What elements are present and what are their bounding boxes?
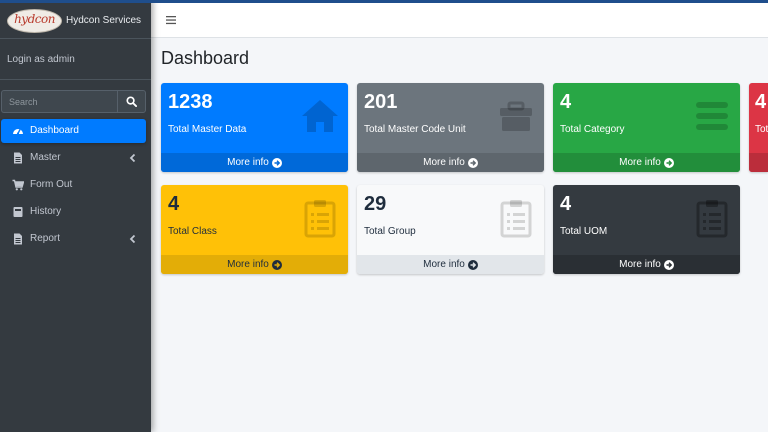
- chevron-left-icon: [129, 153, 136, 163]
- brand-link[interactable]: hydcon Hydcon Services: [0, 3, 151, 39]
- sidebar-item-label: Form Out: [30, 179, 73, 190]
- card-label: Total Master Code Unit: [364, 124, 466, 135]
- sidebar-item-history[interactable]: History: [1, 200, 146, 224]
- page-title: Dashboard: [161, 48, 250, 68]
- arrow-circle-right-icon: [271, 157, 282, 168]
- card-value: 201: [364, 91, 398, 113]
- card-value: 4: [560, 91, 572, 113]
- card-total-group: 29 Total Group More info: [357, 185, 544, 274]
- file-icon: [14, 233, 22, 245]
- brand-logo: hydcon: [7, 9, 62, 33]
- card-total-master-data: 1238 Total Master Data More info: [161, 83, 348, 172]
- card-value: 4: [168, 193, 180, 215]
- book-icon: [13, 207, 23, 217]
- card-label: Total Group: [364, 226, 416, 237]
- more-info-link[interactable]: [749, 153, 768, 172]
- more-info-link[interactable]: More info: [161, 255, 348, 274]
- more-info-link[interactable]: More info: [553, 255, 740, 274]
- top-accent-bar: [0, 0, 768, 3]
- top-navbar: [151, 3, 768, 38]
- clipboard-icon: [500, 200, 532, 238]
- sidebar-search: [1, 90, 146, 113]
- card-total-uom: 4 Total UOM More info: [553, 185, 740, 274]
- sidebar-item-label: Dashboard: [30, 125, 79, 136]
- more-info-label: More info: [423, 259, 465, 270]
- card-value: 4: [755, 91, 767, 113]
- sidebar-item-form-out[interactable]: Form Out: [1, 173, 146, 197]
- sidebar: hydcon Hydcon Services Login as admin Da…: [0, 0, 151, 432]
- clipboard-icon: [304, 200, 336, 238]
- card-total-category: 4 Total Category More info: [553, 83, 740, 172]
- tachometer-icon: [13, 129, 23, 135]
- file-icon: [14, 152, 22, 164]
- card-value: 29: [364, 193, 387, 215]
- card-label: Total Master Data: [168, 124, 247, 135]
- more-info-label: More info: [227, 157, 269, 168]
- card-total-class: 4 Total Class More info: [161, 185, 348, 274]
- hamburger-menu-icon[interactable]: [166, 15, 176, 25]
- clipboard-icon: [696, 200, 728, 238]
- card-label: Tot: [755, 124, 768, 135]
- card-fourth-partial: 4 Tot: [749, 83, 768, 172]
- arrow-circle-right-icon: [467, 259, 478, 270]
- bars-icon: [696, 102, 728, 130]
- card-label: Total UOM: [560, 226, 608, 237]
- home-icon: [302, 100, 338, 132]
- more-info-link[interactable]: More info: [357, 255, 544, 274]
- brand-name: Hydcon Services: [66, 15, 142, 26]
- more-info-link[interactable]: More info: [161, 153, 348, 172]
- arrow-circle-right-icon: [663, 157, 674, 168]
- more-info-link[interactable]: More info: [357, 153, 544, 172]
- user-divider: [0, 79, 151, 80]
- sidebar-item-dashboard[interactable]: Dashboard: [1, 119, 146, 143]
- cart-icon: [12, 179, 24, 191]
- more-info-label: More info: [423, 157, 465, 168]
- sidebar-item-label: History: [30, 206, 62, 217]
- user-panel[interactable]: Login as admin: [7, 54, 75, 65]
- search-icon: [126, 96, 137, 107]
- card-value: 4: [560, 193, 572, 215]
- sidebar-item-label: Report: [30, 233, 61, 244]
- search-input[interactable]: [1, 90, 117, 113]
- sidebar-item-report[interactable]: Report: [1, 227, 146, 251]
- arrow-circle-right-icon: [271, 259, 282, 270]
- card-value: 1238: [168, 91, 213, 113]
- more-info-label: More info: [227, 259, 269, 270]
- more-info-label: More info: [619, 259, 661, 270]
- arrow-circle-right-icon: [663, 259, 674, 270]
- card-label: Total Category: [560, 124, 625, 135]
- more-info-link[interactable]: More info: [553, 153, 740, 172]
- card-label: Total Class: [168, 226, 217, 237]
- search-button[interactable]: [117, 90, 146, 113]
- briefcase-icon: [500, 101, 532, 131]
- card-total-master-code-unit: 201 Total Master Code Unit More info: [357, 83, 544, 172]
- sidebar-item-master[interactable]: Master: [1, 146, 146, 170]
- brand-logo-text: hydcon: [14, 12, 55, 26]
- chevron-left-icon: [129, 234, 136, 244]
- arrow-circle-right-icon: [467, 157, 478, 168]
- sidebar-item-label: Master: [30, 152, 61, 163]
- more-info-label: More info: [619, 157, 661, 168]
